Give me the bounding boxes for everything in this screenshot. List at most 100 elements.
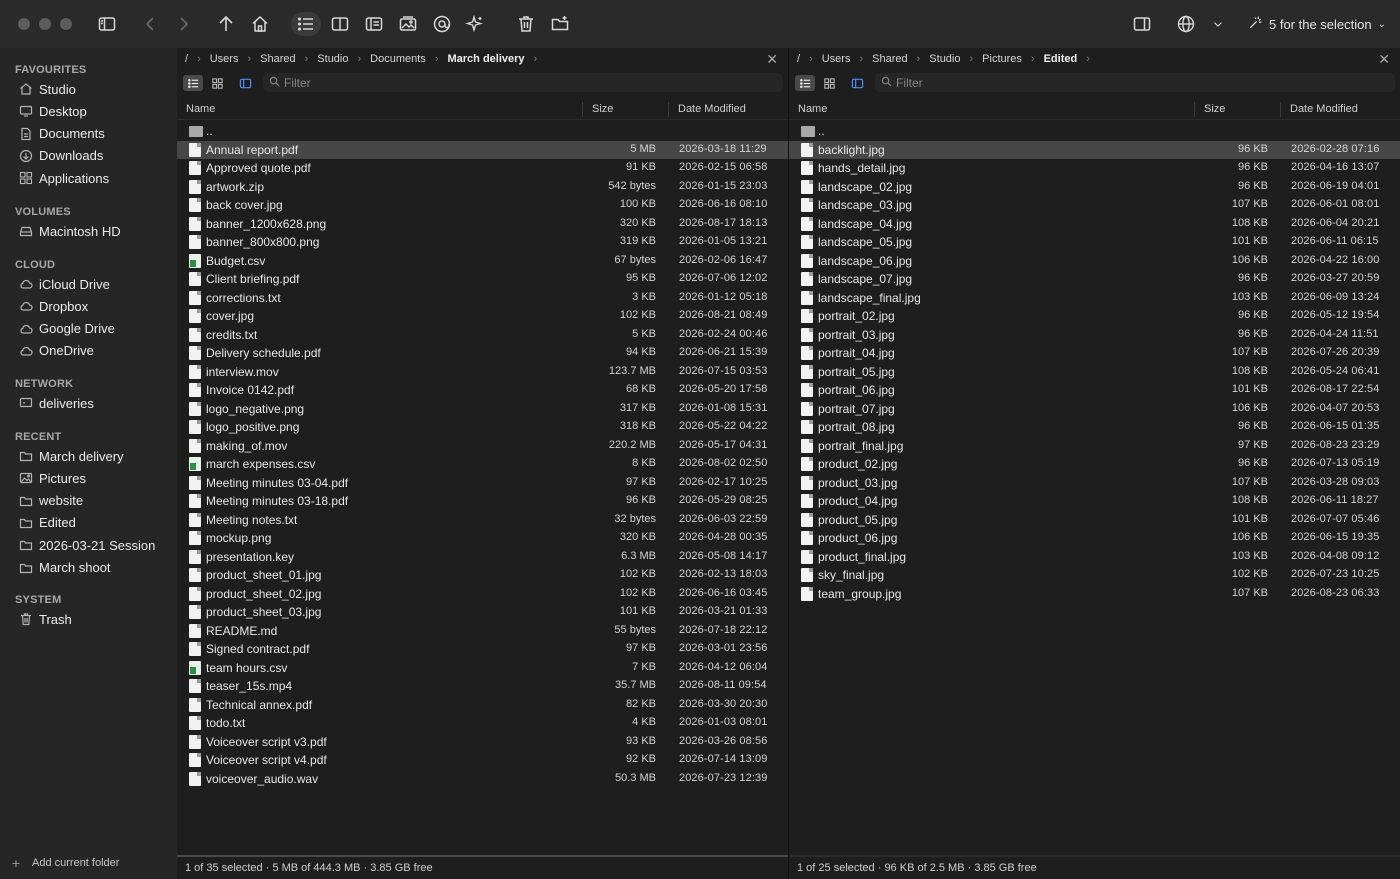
file-row[interactable]: Approved quote.pdf 91 KB 2026-02-15 06:58	[177, 159, 788, 178]
parent-folder-icon[interactable]	[213, 12, 239, 36]
file-row[interactable]: back cover.jpg 100 KB 2026-06-16 08:10	[177, 196, 788, 215]
zoom-window-button[interactable]	[60, 18, 72, 30]
back-icon[interactable]	[138, 12, 164, 36]
add-current-folder-button[interactable]: + Add current folder	[10, 855, 120, 871]
file-row[interactable]: Budget.csv 67 bytes 2026-02-06 16:47	[177, 252, 788, 271]
file-row[interactable]: Meeting minutes 03-04.pdf 97 KB 2026-02-17…	[177, 474, 788, 493]
file-row[interactable]: credits.txt 5 KB 2026-02-24 00:46	[177, 326, 788, 345]
file-row[interactable]: Client briefing.pdf 95 KB 2026-07-06 12:02	[177, 270, 788, 289]
name-column-header[interactable]: Name	[798, 103, 827, 115]
sidebar-item-dropbox[interactable]: Dropbox	[18, 296, 88, 316]
selection-actions-button[interactable]: 5 for the selection ⌄	[1247, 14, 1386, 34]
file-row[interactable]: portrait_06.jpg 101 KB 2026-08-17 22:54	[789, 381, 1400, 400]
breadcrumb-item[interactable]: Studio	[317, 53, 348, 65]
file-row[interactable]: portrait_05.jpg 108 KB 2026-05-24 06:41	[789, 363, 1400, 382]
file-row[interactable]: landscape_05.jpg 101 KB 2026-06-11 06:15	[789, 233, 1400, 252]
parent-folder-row[interactable]: ..	[789, 122, 1400, 141]
file-row[interactable]: logo_positive.png 318 KB 2026-05-22 04:22	[177, 418, 788, 437]
breadcrumb-item[interactable]: Documents	[370, 53, 426, 65]
file-row[interactable]: Meeting notes.txt 32 bytes 2026-06-03 22:5…	[177, 511, 788, 530]
sparkle-icon[interactable]	[462, 12, 488, 36]
file-row[interactable]: voiceover_audio.wav 50.3 MB 2026-07-23 12:…	[177, 770, 788, 789]
file-row[interactable]: Signed contract.pdf 97 KB 2026-03-01 23:56	[177, 640, 788, 659]
file-row[interactable]: team hours.csv 7 KB 2026-04-12 06:04	[177, 659, 788, 678]
sidebar-item-website[interactable]: website	[18, 491, 83, 511]
sidebar-item-macintosh-hd[interactable]: Macintosh HD	[18, 221, 121, 241]
file-row[interactable]: landscape_04.jpg 108 KB 2026-06-04 20:21	[789, 215, 1400, 234]
file-row[interactable]: product_sheet_02.jpg 102 KB 2026-06-16 03:…	[177, 585, 788, 604]
sidebar-item-trash[interactable]: Trash	[18, 609, 72, 629]
file-row[interactable]: Annual report.pdf 5 MB 2026-03-18 11:29	[177, 140, 788, 159]
file-row[interactable]: Delivery schedule.pdf 94 KB 2026-06-21 15:…	[177, 344, 788, 363]
sidebar-panel-icon[interactable]	[847, 75, 867, 91]
file-row[interactable]: mockup.png 320 KB 2026-04-28 00:35	[177, 529, 788, 548]
file-row[interactable]: product_final.jpg 103 KB 2026-04-08 09:12	[789, 548, 1400, 567]
file-row[interactable]: product_03.jpg 107 KB 2026-03-28 09:03	[789, 474, 1400, 493]
file-row[interactable]: product_04.jpg 108 KB 2026-06-11 18:27	[789, 492, 1400, 511]
inspector-toggle-icon[interactable]	[1129, 12, 1155, 36]
breadcrumb-item[interactable]: /	[185, 53, 188, 65]
file-row[interactable]: making_of.mov 220.2 MB 2026-05-17 04:31	[177, 437, 788, 456]
file-row[interactable]: landscape_07.jpg 96 KB 2026-03-27 20:59	[789, 270, 1400, 289]
grid-mode-icon[interactable]	[207, 75, 227, 91]
grid-mode-icon[interactable]	[819, 75, 839, 91]
sidebar-toggle-icon[interactable]	[94, 12, 120, 36]
chevron-down-icon[interactable]	[1206, 12, 1230, 36]
forward-icon[interactable]	[170, 12, 196, 36]
breadcrumb-item[interactable]: Users	[210, 53, 239, 65]
sidebar-item-deliveries[interactable]: deliveries	[18, 393, 94, 413]
sidebar-item-applications[interactable]: Applications	[18, 168, 109, 188]
size-column-header[interactable]: Size	[1204, 103, 1225, 115]
file-row[interactable]: Invoice 0142.pdf 68 KB 2026-05-20 17:58	[177, 381, 788, 400]
file-row[interactable]: march expenses.csv 8 KB 2026-08-02 02:50	[177, 455, 788, 474]
sidebar-item-pictures[interactable]: Pictures	[18, 468, 86, 488]
breadcrumb-item[interactable]: Pictures	[982, 53, 1022, 65]
file-row[interactable]: interview.mov 123.7 MB 2026-07-15 03:53	[177, 363, 788, 382]
file-row[interactable]: teaser_15s.mp4 35.7 MB 2026-08-11 09:54	[177, 677, 788, 696]
file-row[interactable]: logo_negative.png 317 KB 2026-01-08 15:31	[177, 400, 788, 419]
sidebar-item-icloud-drive[interactable]: iCloud Drive	[18, 274, 110, 294]
file-row[interactable]: sky_final.jpg 102 KB 2026-07-23 10:25	[789, 566, 1400, 585]
file-row[interactable]: Voiceover script v3.pdf 93 KB 2026-03-26 0…	[177, 733, 788, 752]
file-row[interactable]: landscape_02.jpg 96 KB 2026-06-19 04:01	[789, 178, 1400, 197]
name-column-header[interactable]: Name	[186, 103, 215, 115]
breadcrumb-item[interactable]: Edited	[1044, 53, 1078, 65]
trash-icon[interactable]	[513, 12, 539, 36]
file-row[interactable]: presentation.key 6.3 MB 2026-05-08 14:17	[177, 548, 788, 567]
file-row[interactable]: todo.txt 4 KB 2026-01-03 08:01	[177, 714, 788, 733]
size-column-header[interactable]: Size	[592, 103, 613, 115]
gallery-icon[interactable]	[395, 12, 421, 36]
date-column-header[interactable]: Date Modified	[1290, 103, 1358, 115]
file-row[interactable]: portrait_04.jpg 107 KB 2026-07-26 20:39	[789, 344, 1400, 363]
file-row[interactable]: Meeting minutes 03-18.pdf 96 KB 2026-05-29…	[177, 492, 788, 511]
file-row[interactable]: banner_800x800.png 319 KB 2026-01-05 13:21	[177, 233, 788, 252]
file-row[interactable]: portrait_03.jpg 96 KB 2026-04-24 11:51	[789, 326, 1400, 345]
file-row[interactable]: product_05.jpg 101 KB 2026-07-07 05:46	[789, 511, 1400, 530]
new-folder-icon[interactable]	[547, 12, 573, 36]
sidebar-panel-icon[interactable]	[235, 75, 255, 91]
file-row[interactable]: portrait_07.jpg 106 KB 2026-04-07 20:53	[789, 400, 1400, 419]
sidebar-item-downloads[interactable]: Downloads	[18, 146, 103, 166]
filter-input[interactable]: Filter	[875, 73, 1395, 92]
close-pane-icon[interactable]: ✕	[766, 51, 778, 67]
parent-folder-row[interactable]: ..	[177, 122, 788, 141]
file-row[interactable]: portrait_final.jpg 97 KB 2026-08-23 23:29	[789, 437, 1400, 456]
breadcrumb-item[interactable]: Shared	[872, 53, 907, 65]
at-sign-icon[interactable]	[429, 12, 455, 36]
filter-input[interactable]: Filter	[263, 73, 783, 92]
file-row[interactable]: hands_detail.jpg 96 KB 2026-04-16 13:07	[789, 159, 1400, 178]
file-row[interactable]: landscape_06.jpg 106 KB 2026-04-22 16:00	[789, 252, 1400, 271]
breadcrumb-item[interactable]: Users	[822, 53, 851, 65]
file-row[interactable]: team_group.jpg 107 KB 2026-08-23 06:33	[789, 585, 1400, 604]
file-row[interactable]: backlight.jpg 96 KB 2026-02-28 07:16	[789, 140, 1400, 159]
preview-pane-icon[interactable]	[361, 12, 387, 36]
file-row[interactable]: cover.jpg 102 KB 2026-08-21 08:49	[177, 307, 788, 326]
file-row[interactable]: artwork.zip 542 bytes 2026-01-15 23:03	[177, 178, 788, 197]
dual-pane-icon[interactable]	[327, 12, 353, 36]
file-row[interactable]: corrections.txt 3 KB 2026-01-12 05:18	[177, 289, 788, 308]
breadcrumb-item[interactable]: March delivery	[447, 53, 524, 65]
sidebar-item-march-delivery[interactable]: March delivery	[18, 446, 124, 466]
file-row[interactable]: product_sheet_03.jpg 101 KB 2026-03-21 01:…	[177, 603, 788, 622]
file-row[interactable]: product_sheet_01.jpg 102 KB 2026-02-13 18:…	[177, 566, 788, 585]
breadcrumb-item[interactable]: Shared	[260, 53, 295, 65]
